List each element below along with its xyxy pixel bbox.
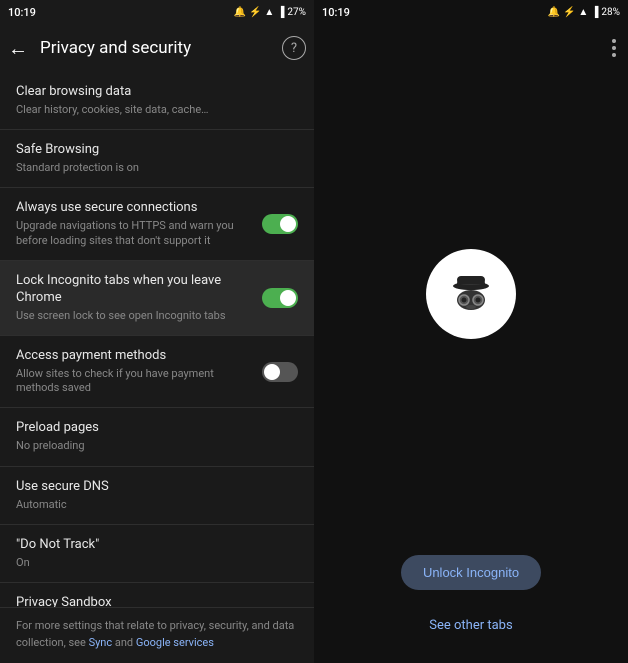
footer-and: and (112, 636, 136, 649)
notification-icon: 🔔 (234, 7, 246, 18)
settings-item-secure-dns[interactable]: Use secure DNS Automatic (0, 467, 314, 525)
signal-icon: ▐ (277, 7, 284, 18)
settings-subtitle-preload-pages: No preloading (16, 439, 298, 453)
settings-item-payment-methods[interactable]: Access payment methods Allow sites to ch… (0, 336, 314, 408)
settings-item-safe-browsing[interactable]: Safe Browsing Standard protection is on (0, 130, 314, 188)
settings-title-clear-browsing-data: Clear browsing data (16, 84, 298, 101)
top-bar-left: ← Privacy and security ? (0, 24, 314, 72)
settings-list: Clear browsing data Clear history, cooki… (0, 72, 314, 607)
footer-note: For more settings that relate to privacy… (0, 607, 314, 663)
settings-subtitle-lock-incognito: Use screen lock to see open Incognito ta… (16, 309, 254, 323)
settings-title-always-secure: Always use secure connections (16, 200, 254, 217)
google-services-link[interactable]: Google services (136, 636, 214, 649)
settings-title-lock-incognito: Lock Incognito tabs when you leave Chrom… (16, 273, 254, 307)
settings-title-do-not-track: "Do Not Track" (16, 537, 298, 554)
settings-title-privacy-sandbox: Privacy Sandbox (16, 595, 298, 607)
settings-subtitle-payment-methods: Allow sites to check if you have payment… (16, 367, 254, 396)
notification-icon-right: 🔔 (548, 7, 560, 18)
time-right: 10:19 (322, 6, 350, 19)
wifi-icon-right: ▲ (578, 7, 588, 18)
incognito-icon (441, 264, 501, 324)
settings-subtitle-safe-browsing: Standard protection is on (16, 161, 298, 175)
dot1 (612, 39, 616, 43)
settings-item-preload-pages[interactable]: Preload pages No preloading (0, 408, 314, 466)
toggle-always-secure[interactable] (262, 214, 298, 234)
settings-item-always-secure[interactable]: Always use secure connections Upgrade na… (0, 188, 314, 260)
incognito-icon-wrapper (426, 249, 516, 339)
page-title: Privacy and security (40, 38, 270, 58)
settings-subtitle-always-secure: Upgrade navigations to HTTPS and warn yo… (16, 219, 254, 248)
status-bar-right: 10:19 🔔 ⚡ ▲ ▐ 28% (314, 0, 628, 24)
settings-title-safe-browsing: Safe Browsing (16, 142, 298, 159)
dot2 (612, 46, 616, 50)
unlock-incognito-button[interactable]: Unlock Incognito (401, 555, 541, 590)
help-button[interactable]: ? (282, 36, 306, 60)
settings-item-clear-browsing-data[interactable]: Clear browsing data Clear history, cooki… (0, 72, 314, 130)
time-left: 10:19 (8, 6, 36, 19)
status-bar-left: 10:19 🔔 ⚡ ▲ ▐ 27% (0, 0, 314, 24)
settings-title-payment-methods: Access payment methods (16, 348, 254, 365)
bluetooth-icon-right: ⚡ (563, 7, 575, 18)
settings-item-do-not-track[interactable]: "Do Not Track" On (0, 525, 314, 583)
sync-link[interactable]: Sync (89, 636, 113, 649)
status-icons-left: 🔔 ⚡ ▲ ▐ 27% (234, 7, 306, 18)
settings-title-secure-dns: Use secure DNS (16, 479, 298, 496)
settings-subtitle-secure-dns: Automatic (16, 498, 298, 512)
settings-item-privacy-sandbox[interactable]: Privacy Sandbox Trial features are on (0, 583, 314, 607)
incognito-body (314, 72, 628, 555)
left-panel: 10:19 🔔 ⚡ ▲ ▐ 27% ← Privacy and security… (0, 0, 314, 663)
toggle-lock-incognito[interactable] (262, 288, 298, 308)
battery-right: 28% (601, 7, 620, 18)
more-options-button[interactable] (608, 35, 620, 61)
settings-subtitle-do-not-track: On (16, 556, 298, 570)
settings-item-lock-incognito[interactable]: Lock Incognito tabs when you leave Chrom… (0, 261, 314, 336)
bluetooth-icon: ⚡ (249, 7, 261, 18)
back-button[interactable]: ← (8, 36, 28, 61)
right-top-bar (314, 24, 628, 72)
right-panel: 10:19 🔔 ⚡ ▲ ▐ 28% (314, 0, 628, 663)
status-icons-right: 🔔 ⚡ ▲ ▐ 28% (548, 7, 620, 18)
signal-icon-right: ▐ (591, 7, 598, 18)
settings-title-preload-pages: Preload pages (16, 420, 298, 437)
toggle-knob-payment-methods (264, 364, 280, 380)
wifi-icon: ▲ (264, 7, 274, 18)
toggle-knob-lock-incognito (280, 290, 296, 306)
toggle-knob-always-secure (280, 216, 296, 232)
see-other-tabs-link[interactable]: See other tabs (429, 618, 512, 633)
settings-subtitle-clear-browsing-data: Clear history, cookies, site data, cache… (16, 103, 298, 117)
battery-left: 27% (287, 7, 306, 18)
dot3 (612, 53, 616, 57)
bottom-area: Unlock Incognito See other tabs (314, 555, 628, 663)
toggle-payment-methods[interactable] (262, 362, 298, 382)
